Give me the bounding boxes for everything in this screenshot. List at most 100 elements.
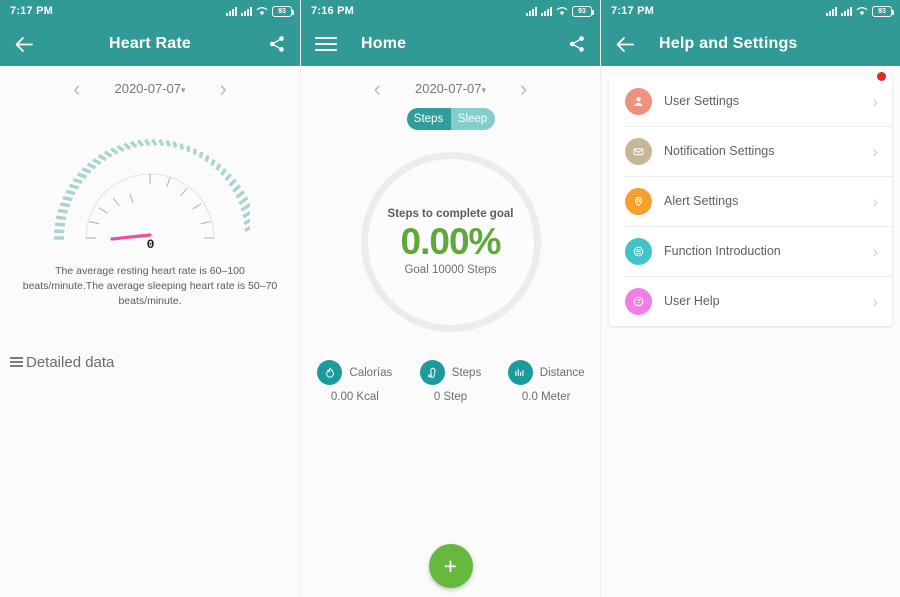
settings-item-notification-settings[interactable]: Notification Settings › [609,126,892,176]
status-icons: 93 [826,5,894,17]
tab-sleep[interactable]: Sleep [451,108,495,130]
battery-indicator: 93 [872,5,894,17]
gauge-svg [54,138,258,241]
status-icons: 93 [526,5,594,17]
chevron-right-icon: › [872,241,878,261]
settings-item-user-help[interactable]: User Help › [609,276,892,326]
stat-value: 0 Step [433,391,468,403]
progress-percent: 0.00% [400,220,502,262]
status-time: 7:17 PM [10,5,53,17]
home-screen: 7:16 PM 93 Home ‹ 2020-07-07▾ › Steps Sl… [300,0,600,597]
page-title: Help and Settings [659,35,798,52]
progress-caption: Steps to complete goal [387,207,514,220]
date-label: 2020-07-07 [114,81,181,96]
wifi-icon [256,6,268,16]
stat-label: Distance [539,366,585,379]
tab-steps[interactable]: Steps [406,108,451,130]
settings-item-label: Function Introduction [664,244,781,258]
envelope-icon [625,137,652,165]
settings-item-function-introduction[interactable]: Function Introduction › [609,226,892,276]
bell-location-icon [625,187,652,215]
steps-sleep-toggle: Steps Sleep [406,108,495,130]
status-bar: 7:16 PM 93 [301,0,600,22]
progress-goal: Goal 10000 Steps [404,264,497,277]
share-icon[interactable] [268,35,286,53]
list-doc-icon [625,237,652,265]
chevron-right-icon: › [872,291,878,311]
stat-label: Calorías [349,366,393,379]
progress-ring-content: Steps to complete goal 0.00% Goal 10000 … [361,152,541,332]
back-arrow-icon[interactable] [14,36,34,53]
status-bar: 7:17 PM 93 [601,0,900,22]
stat-value: 0.0 Meter [521,391,571,403]
date-next-button[interactable]: › [220,78,227,100]
app-bar: Home [301,22,600,66]
signal-bars-icon-2 [241,6,252,16]
status-icons: 93 [226,5,294,17]
list-icon [10,357,23,368]
signal-bars-icon-2 [841,6,852,16]
app-bar: Heart Rate [0,22,300,66]
wifi-icon [856,6,868,16]
chevron-right-icon: › [872,191,878,211]
footprint-icon [419,360,445,385]
date-label: 2020-07-07 [414,81,482,96]
settings-item-label: Notification Settings [664,144,775,158]
chevron-right-icon: › [872,141,878,161]
settings-item-user-settings[interactable]: User Settings › [609,72,892,126]
settings-item-label: User Help [664,294,720,308]
gauge-outer-ticks [54,138,258,240]
hamburger-menu-icon[interactable] [315,37,337,51]
page-title: Heart Rate [108,35,192,52]
back-arrow-icon[interactable] [615,36,635,53]
flame-icon [317,360,343,385]
battery-indicator: 93 [272,5,294,17]
status-badge [877,72,886,81]
date-prev-button[interactable]: ‹ [73,78,80,100]
status-time: 7:16 PM [311,5,354,17]
heart-rate-gauge: 0 [50,108,258,252]
stats-row: Calorías 0.00 Kcal Steps 0 Step Distance… [301,360,600,403]
share-icon[interactable] [568,35,586,53]
status-bar: 7:17 PM 93 [0,0,300,22]
signal-bars-icon [226,6,237,16]
heart-rate-note: The average resting heart rate is 60–100… [22,265,278,308]
user-icon [625,87,652,115]
app-bar: Help and Settings [601,22,900,66]
gauge-inner-ticks [86,174,214,239]
signal-bars-icon [826,6,837,16]
chevron-right-icon: › [872,91,878,111]
date-selector: ‹ 2020-07-07▾ › [0,66,300,100]
stat-calories[interactable]: Calorías 0.00 Kcal [307,360,403,403]
wifi-icon [556,6,568,16]
settings-item-label: Alert Settings [664,194,739,208]
help-and-settings-screen: 7:17 PM 93 Help and Settings User Settin… [600,0,900,597]
settings-item-label: User Settings [664,94,740,108]
settings-list: User Settings › Notification Settings › … [609,72,892,326]
date-prev-button[interactable]: ‹ [374,78,381,100]
stat-value: 0.00 Kcal [330,391,379,403]
heart-rate-screen: 7:17 PM 93 Heart Rate ‹ 2020-07-07▾ › 0 … [0,0,300,597]
battery-indicator: 93 [572,5,594,17]
stat-steps[interactable]: Steps 0 Step [403,360,499,403]
signal-bars-icon [526,6,537,16]
stat-label: Steps [451,366,482,379]
date-selector: ‹ 2020-07-07▾ › [301,66,600,100]
bar-chart-icon [507,360,533,385]
date-next-button[interactable]: › [520,78,527,100]
question-icon [625,287,652,315]
gauge-value: 0 [146,237,155,252]
date-value-button[interactable]: 2020-07-07▾ [114,80,185,98]
signal-bars-icon-2 [541,6,552,16]
chevron-down-icon: ▾ [481,85,487,95]
three-screen-collage: 7:17 PM 93 Heart Rate ‹ 2020-07-07▾ › 0 … [0,0,900,597]
chevron-down-icon: ▾ [180,85,186,95]
add-button[interactable]: + [428,544,473,588]
page-title: Home [361,35,407,52]
settings-item-alert-settings[interactable]: Alert Settings › [609,176,892,226]
status-time: 7:17 PM [611,5,654,17]
detailed-data-label: Detailed data [26,353,115,371]
stat-distance[interactable]: Distance 0.0 Meter [498,360,594,403]
detailed-data-button[interactable]: Detailed data [10,354,300,371]
date-value-button[interactable]: 2020-07-07▾ [415,80,486,98]
